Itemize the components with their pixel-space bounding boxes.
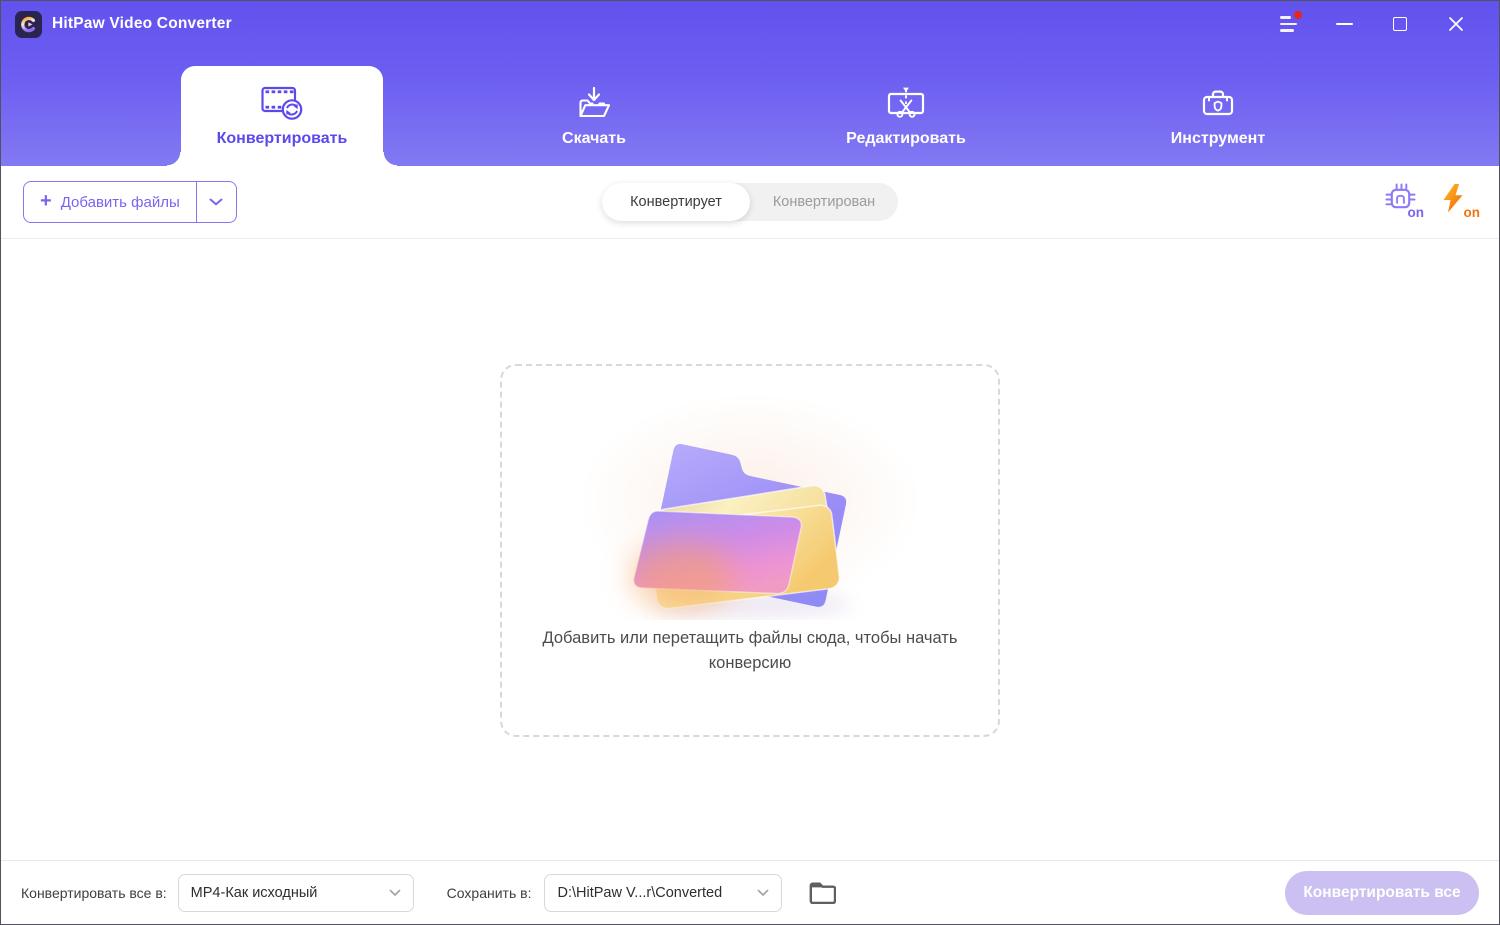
- header: HitPaw Video Converter Конвертировать Ск…: [1, 1, 1499, 166]
- maximize-icon: [1393, 17, 1407, 31]
- convert-all-button[interactable]: Конвертировать все: [1285, 870, 1479, 915]
- chevron-down-icon: [758, 889, 769, 896]
- filter-converting[interactable]: Конвертирует: [602, 183, 750, 221]
- output-format-select[interactable]: MP4-Как исходный: [177, 873, 414, 912]
- tab-label: Скачать: [562, 129, 626, 147]
- add-files-button[interactable]: + Добавить файлы: [23, 181, 237, 223]
- download-folder-icon: [579, 86, 611, 117]
- filter-converted-label: Конвертирован: [772, 194, 876, 210]
- add-files-label: Добавить файлы: [60, 193, 180, 211]
- chevron-down-icon: [389, 889, 401, 896]
- output-format-value: MP4-Как исходный: [190, 884, 318, 901]
- minimize-button[interactable]: [1329, 9, 1359, 39]
- footer-bar: Конвертировать все в: MP4-Как исходный С…: [1, 860, 1499, 924]
- tab-toolbox[interactable]: Инструмент: [1117, 66, 1319, 166]
- lightning-bolt-icon: [1443, 184, 1463, 213]
- hamburger-icon: [1279, 16, 1297, 32]
- close-button[interactable]: [1441, 9, 1471, 39]
- edit-scissors-icon: [887, 87, 925, 118]
- notification-dot: [1294, 11, 1302, 19]
- turbo-boost-toggle[interactable]: on: [1441, 183, 1480, 221]
- window-title: HitPaw Video Converter: [52, 15, 232, 32]
- file-dropzone[interactable]: Добавить или перетащить файлы сюда, чтоб…: [500, 363, 1000, 737]
- folder-illustration: [530, 363, 970, 640]
- close-icon: [1449, 17, 1463, 31]
- convert-all-to-label: Конвертировать все в:: [21, 884, 167, 901]
- chevron-down-icon: [209, 198, 223, 206]
- folder-icon: [810, 882, 837, 904]
- menu-button[interactable]: [1273, 9, 1303, 39]
- hw-accel-on-badge: on: [1407, 205, 1425, 220]
- toolbox-icon: [1202, 90, 1234, 115]
- maximize-button[interactable]: [1385, 9, 1415, 39]
- titlebar: HitPaw Video Converter: [1, 1, 1499, 47]
- turbo-on-badge: on: [1463, 205, 1481, 220]
- filter-converting-label: Конвертирует: [630, 194, 722, 210]
- save-path-select[interactable]: D:\HitPaw V...r\Converted: [544, 873, 783, 912]
- plus-icon: +: [40, 190, 52, 212]
- tab-label: Инструмент: [1170, 129, 1266, 147]
- tab-edit[interactable]: Редактировать: [805, 66, 1007, 166]
- tab-label: Конвертировать: [216, 129, 348, 147]
- tab-label: Редактировать: [846, 129, 966, 147]
- film-convert-icon: [261, 86, 303, 120]
- app-window: HitPaw Video Converter Конвертировать Ск…: [0, 0, 1500, 925]
- minimize-icon: [1335, 22, 1353, 26]
- main-tabs: Конвертировать Скачать Редактировать Инс…: [126, 42, 1374, 166]
- toolbar: + Добавить файлы Конвертирует Конвертиро…: [1, 166, 1499, 239]
- tab-download[interactable]: Скачать: [493, 66, 695, 166]
- window-controls: [1273, 9, 1485, 39]
- save-to-label: Сохранить в:: [446, 884, 532, 901]
- app-logo-icon: [15, 10, 42, 38]
- filter-converted[interactable]: Конвертирован: [750, 183, 898, 221]
- convert-status-toggle: Конвертирует Конвертирован: [602, 183, 898, 221]
- main-content: Добавить или перетащить файлы сюда, чтоб…: [1, 239, 1499, 860]
- toolbar-right: on on: [1385, 183, 1480, 221]
- tab-convert[interactable]: Конвертировать: [167, 66, 397, 166]
- browse-folder-button[interactable]: [809, 882, 837, 904]
- add-files-dropdown-button[interactable]: [195, 182, 236, 222]
- hardware-acceleration-toggle[interactable]: on: [1385, 183, 1424, 221]
- save-path-value: D:\HitPaw V...r\Converted: [557, 884, 723, 901]
